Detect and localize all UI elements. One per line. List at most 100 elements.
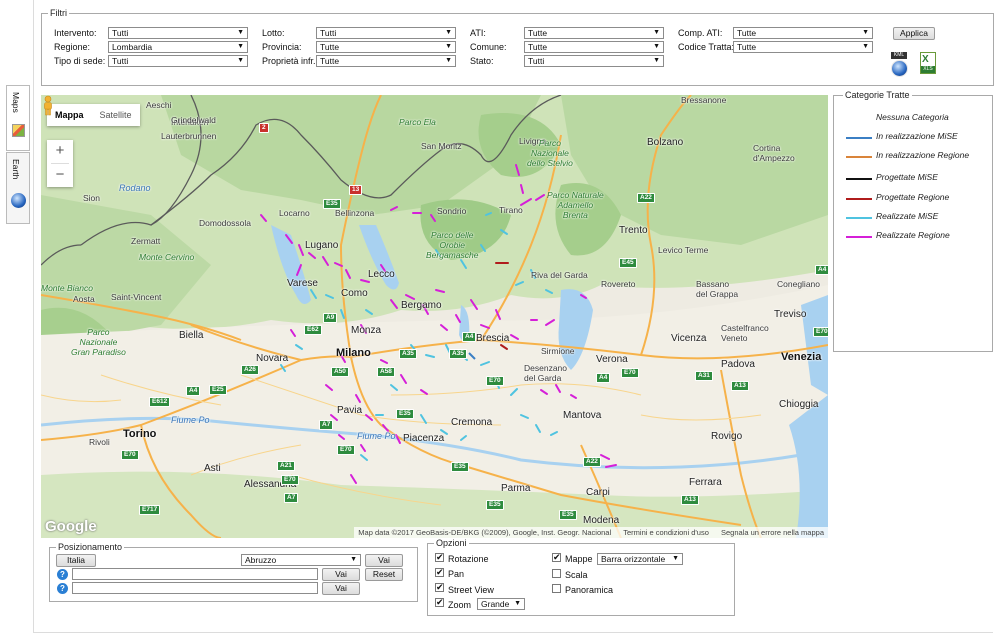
map-label-milano: Milano — [336, 347, 371, 359]
chevron-down-icon: ▼ — [350, 556, 357, 563]
comune-select[interactable]: Tutte ▼ — [524, 41, 664, 53]
vai-region-button[interactable]: Vai — [365, 554, 403, 567]
codice-tratta-value: Tutte — [737, 42, 757, 52]
road-shield: A4 — [186, 386, 201, 396]
map-label-varese: Varese — [287, 278, 318, 289]
map-label-saintvincent: Saint-Vincent — [111, 292, 162, 302]
map-label-verona: Verona — [596, 354, 628, 365]
comune-value: Tutte — [528, 42, 548, 52]
codice-tratta-label: Codice Tratta: — [678, 42, 735, 52]
map-label-grindelwald: Grindelwald — [171, 115, 216, 125]
earth-icon — [11, 193, 26, 208]
map-label-domodossola: Domodossola — [199, 218, 251, 228]
vai-address-button[interactable]: Vai — [322, 568, 360, 581]
street-view-checkbox[interactable]: ✔ — [435, 583, 444, 592]
map-background — [41, 95, 828, 538]
comp-ati-value: Tutte — [737, 28, 757, 38]
map-label-parco-orobie: Parco delle Orobie Bergamasche — [426, 230, 479, 260]
scala-checkbox[interactable] — [552, 569, 561, 578]
lotto-select[interactable]: Tutti ▼ — [316, 27, 456, 39]
map-label-novara: Novara — [256, 353, 289, 364]
road-shield: 13 — [349, 185, 363, 195]
intervento-label: Intervento: — [54, 28, 97, 38]
zoom-out-button[interactable]: − — [47, 164, 73, 187]
pegman-icon[interactable] — [41, 95, 55, 117]
map-label-vicenza: Vicenza — [671, 333, 707, 344]
stato-select[interactable]: Tutti ▼ — [524, 55, 664, 67]
road-shield: A4 — [815, 265, 828, 275]
road-shield: E35 — [323, 199, 341, 209]
map-label-aeschi: Aeschi — [146, 100, 172, 110]
map-label-rodano: Rodano — [119, 183, 151, 193]
intervento-select[interactable]: Tutti ▼ — [108, 27, 248, 39]
help-icon[interactable]: ? — [57, 569, 68, 580]
map-label-rovereto: Rovereto — [601, 279, 636, 289]
map-label-parma: Parma — [501, 483, 531, 494]
ati-select[interactable]: Tutte ▼ — [524, 27, 664, 39]
provincia-select[interactable]: Tutte ▼ — [316, 41, 456, 53]
codice-tratta-select[interactable]: Tutte ▼ — [733, 41, 873, 53]
map-label-asti: Asti — [204, 463, 221, 474]
xls-export-icon[interactable]: X XLS — [918, 52, 938, 76]
road-shield: E612 — [149, 397, 171, 407]
chevron-down-icon: ▼ — [514, 600, 521, 607]
legend-line — [846, 198, 872, 200]
mappe-checkbox[interactable]: ✔ — [552, 553, 561, 562]
tab-maps[interactable]: Maps — [6, 85, 30, 151]
rotazione-checkbox[interactable]: ✔ — [435, 553, 444, 562]
zoom-checkbox[interactable]: ✔ — [435, 598, 444, 607]
zoom-in-button[interactable]: + — [47, 140, 73, 163]
chevron-down-icon: ▼ — [653, 43, 660, 50]
comp-ati-label: Comp. ATI: — [678, 28, 723, 38]
legend-title: Categorie Tratte — [843, 90, 912, 100]
report-error-link[interactable]: Segnala un errore nella mappa — [721, 528, 824, 537]
road-shield: E35 — [486, 500, 504, 510]
road-shield: A13 — [731, 381, 749, 391]
map-label-rovigo: Rovigo — [711, 431, 743, 442]
map-canvas[interactable]: Milano Torino Venezia Bergamo Brescia Ve… — [41, 95, 828, 538]
legend-line — [846, 156, 872, 158]
mappe-style-select[interactable]: Barra orizzontale ▼ — [597, 553, 683, 565]
kml-export-icon[interactable]: KML — [889, 52, 911, 78]
address-input[interactable] — [72, 568, 318, 580]
legend-item-label: In realizzazione Regione — [876, 150, 970, 160]
scala-label: Scala — [565, 570, 588, 580]
vai-coordinates-button[interactable]: Vai — [322, 582, 360, 595]
comp-ati-select[interactable]: Tutte ▼ — [733, 27, 873, 39]
map-label-chioggia: Chioggia — [779, 399, 819, 410]
tipo-sede-select[interactable]: Tutti ▼ — [108, 55, 248, 67]
terms-link[interactable]: Termini e condizioni d'uso — [623, 528, 709, 537]
map-type-satellite[interactable]: Satellite — [92, 104, 140, 126]
chevron-down-icon: ▼ — [862, 43, 869, 50]
map-label-castelfranco: Castelfranco Veneto — [721, 323, 769, 343]
xls-badge: XLS — [921, 66, 935, 73]
map-type-control: Mappa Satellite — [47, 104, 140, 126]
map-label-sirmione: Sirmione — [541, 346, 575, 356]
road-shield: E70 — [281, 475, 299, 485]
road-shield: E70 — [337, 445, 355, 455]
tab-earth[interactable]: Earth — [6, 152, 30, 224]
apply-button[interactable]: Applica — [893, 27, 935, 40]
filters-legend: Filtri — [50, 8, 67, 18]
proprieta-label: Proprietà infr.: — [262, 56, 319, 66]
map-label-pavia: Pavia — [337, 405, 363, 416]
help-icon[interactable]: ? — [57, 583, 68, 594]
map-label-torino: Torino — [123, 428, 157, 440]
regione-value: Lombardia — [112, 42, 153, 52]
proprieta-select[interactable]: Tutte ▼ — [316, 55, 456, 67]
italia-button[interactable]: Italia — [56, 554, 96, 567]
reset-button[interactable]: Reset — [365, 568, 403, 581]
panoramica-checkbox[interactable] — [552, 584, 561, 593]
zoom-size-select[interactable]: Grande ▼ — [477, 598, 525, 610]
regione-select[interactable]: Lombardia ▼ — [108, 41, 248, 53]
chevron-down-icon: ▼ — [445, 29, 452, 36]
intervento-value: Tutti — [112, 28, 129, 38]
pan-checkbox[interactable]: ✔ — [435, 568, 444, 577]
region-select[interactable]: Abruzzo ▼ — [241, 554, 361, 566]
road-shield: E35 — [559, 510, 577, 520]
positioning-legend: Posizionamento — [58, 542, 123, 552]
road-shield: A22 — [583, 457, 601, 467]
map-label-montebianco: Monte Bianco — [41, 283, 93, 293]
legend-line — [846, 137, 872, 139]
coordinates-input[interactable] — [72, 582, 318, 594]
